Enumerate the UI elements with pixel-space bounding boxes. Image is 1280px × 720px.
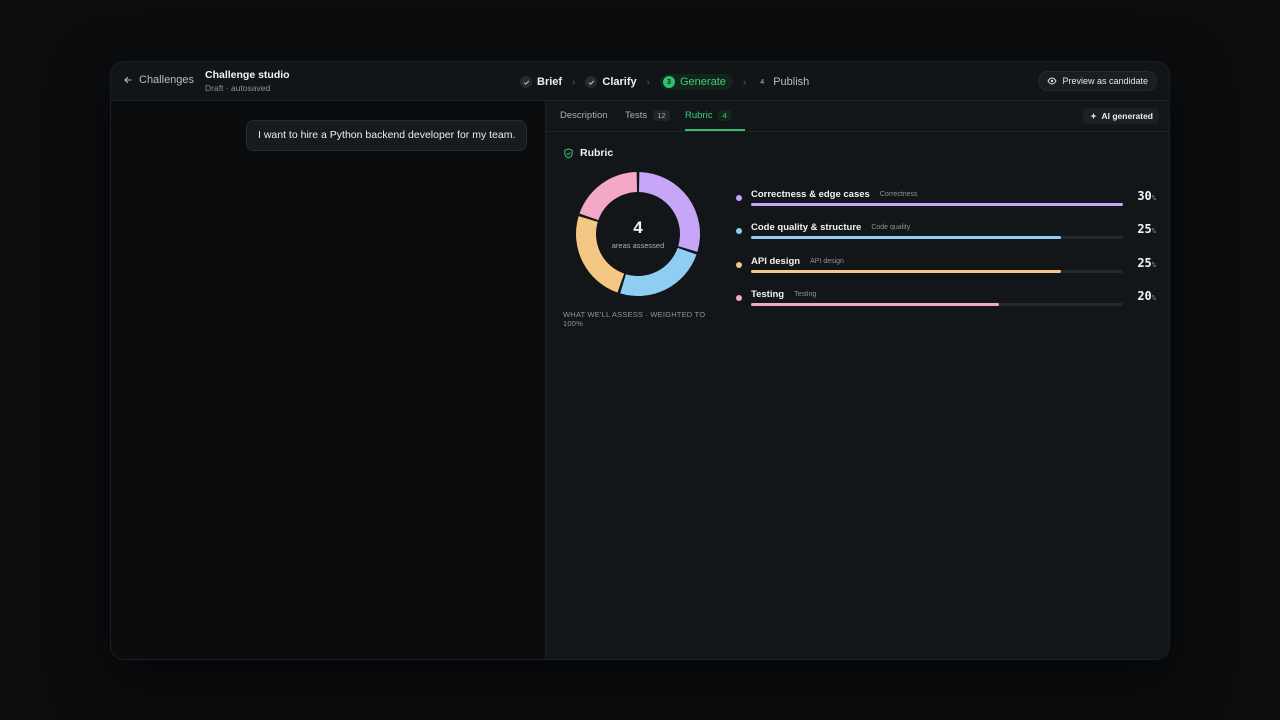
check-icon — [585, 76, 598, 88]
rubric-title: Rubric — [580, 147, 614, 159]
tab-tests[interactable]: Tests 12 — [625, 110, 670, 121]
stepper: Brief › Clarify › 3 Generate › 4 Publish — [520, 73, 809, 91]
criterion-tag: Correctness — [879, 191, 918, 198]
preview-label: Preview as candidate — [1062, 76, 1148, 86]
criterion-weight-value: 25 — [1137, 222, 1152, 237]
save-status: Draft · autosaved — [205, 83, 271, 93]
criterion-name: Testing Testing — [751, 289, 816, 300]
criterion-weight-bar — [751, 236, 1123, 240]
criterion-name: API design API design — [751, 256, 844, 267]
app-window: Challenges Challenge studio Draft · auto… — [110, 61, 1170, 660]
step-clarify[interactable]: Clarify — [585, 76, 637, 88]
criterion-color-dot — [736, 261, 742, 268]
step-label: Generate — [680, 76, 726, 88]
tab-count: 4 — [718, 110, 731, 121]
step-publish[interactable]: 4 Publish — [756, 76, 809, 88]
criterion-weight: 30% — [1137, 189, 1156, 203]
ai-badge-label: AI generated — [1101, 111, 1154, 121]
criterion-tag: API design — [810, 257, 844, 265]
back-to-challenges-button[interactable]: Challenges — [123, 74, 194, 86]
chevron-right-icon: › — [572, 76, 576, 88]
criterion-weight: 25% — [1137, 222, 1156, 236]
tab-label: Tests — [625, 110, 648, 121]
criterion-tag: Code quality — [871, 224, 911, 232]
step-label: Brief — [537, 76, 563, 88]
studio-title-block: Challenge studio Draft · autosaved — [205, 69, 290, 93]
criterion-color-dot — [736, 228, 742, 235]
criterion-weight-bar — [751, 269, 1123, 273]
percent-sign: % — [1151, 227, 1156, 236]
criterion-name-text: API design — [751, 255, 801, 267]
criterion-weight-value: 20 — [1137, 289, 1152, 304]
check-icon — [520, 76, 532, 88]
donut-center: 4 areas assessed — [573, 169, 703, 299]
top-bar: Challenges Challenge studio Draft · auto… — [111, 62, 1169, 101]
tab-count: 12 — [653, 110, 670, 121]
back-label: Challenges — [139, 74, 195, 86]
criterion-weight-fill — [751, 303, 999, 307]
shield-check-icon — [564, 147, 573, 158]
step-label: Clarify — [602, 76, 637, 88]
tab-rubric[interactable]: Rubric 4 — [685, 110, 731, 121]
step-brief[interactable]: Brief — [520, 76, 562, 88]
criterion-weight-value: 30 — [1137, 189, 1152, 203]
criterion-weight: 20% — [1137, 289, 1156, 303]
active-tab-indicator — [685, 129, 745, 131]
chat-pane: I want to hire a Python backend develope… — [111, 101, 545, 659]
tab-label: Rubric — [685, 110, 713, 121]
chevron-right-icon: › — [742, 76, 747, 88]
output-pane: Description Tests 12 Rubric 4 AI generat… — [545, 101, 1169, 659]
criterion-weight-bar — [751, 303, 1123, 307]
criterion-name-text: Correctness & edge cases — [751, 189, 870, 200]
percent-sign: % — [1151, 260, 1156, 269]
preview-as-candidate-button[interactable]: Preview as candidate — [1038, 71, 1157, 91]
criterion-row: Correctness & edge cases Correctness 30% — [736, 188, 1156, 212]
criterion-color-dot — [736, 295, 742, 302]
percent-sign: % — [1151, 294, 1156, 303]
page-title: Challenge studio — [205, 69, 290, 81]
step-label: Publish — [773, 76, 810, 88]
criterion-row: Testing Testing 20% — [736, 288, 1156, 312]
percent-sign: % — [1151, 194, 1156, 202]
chevron-right-icon: › — [646, 76, 650, 88]
criterion-weight-fill — [751, 269, 1061, 273]
criterion-weight-bar — [751, 203, 1123, 206]
step-generate[interactable]: 3 Generate — [660, 74, 733, 90]
areas-count: 4 — [633, 218, 643, 237]
step-number: 3 — [663, 76, 675, 88]
eye-icon — [1047, 77, 1057, 85]
tab-label: Description — [560, 110, 608, 121]
criterion-weight: 25% — [1137, 256, 1156, 270]
criterion-row: API design API design 25% — [736, 255, 1156, 279]
step-number: 4 — [760, 78, 765, 86]
user-message-bubble: I want to hire a Python backend develope… — [246, 120, 527, 151]
criterion-weight-value: 25 — [1137, 255, 1152, 270]
areas-label: areas assessed — [611, 241, 665, 250]
criterion-name: Correctness & edge cases Correctness — [751, 189, 918, 200]
criterion-name-text: Testing — [751, 289, 785, 301]
sparkle-icon — [1089, 112, 1097, 119]
criterion-row: Code quality & structure Code quality 25% — [736, 221, 1156, 245]
criterion-name-text: Code quality & structure — [751, 222, 862, 234]
tab-description[interactable]: Description — [560, 110, 608, 121]
criterion-tag: Testing — [794, 291, 817, 299]
tab-bar: Description Tests 12 Rubric 4 AI generat… — [546, 101, 1169, 132]
criterion-weight-fill — [751, 236, 1061, 240]
criterion-weight-fill — [751, 203, 1123, 206]
rubric-heading: Rubric — [563, 147, 613, 159]
arrow-left-icon — [124, 76, 132, 84]
criterion-name: Code quality & structure Code quality — [751, 222, 910, 233]
weighting-caption: WHAT WE'LL ASSESS · WEIGHTED TO 100% — [563, 310, 706, 328]
ai-generated-badge: AI generated — [1082, 108, 1159, 124]
criterion-color-dot — [736, 195, 742, 201]
